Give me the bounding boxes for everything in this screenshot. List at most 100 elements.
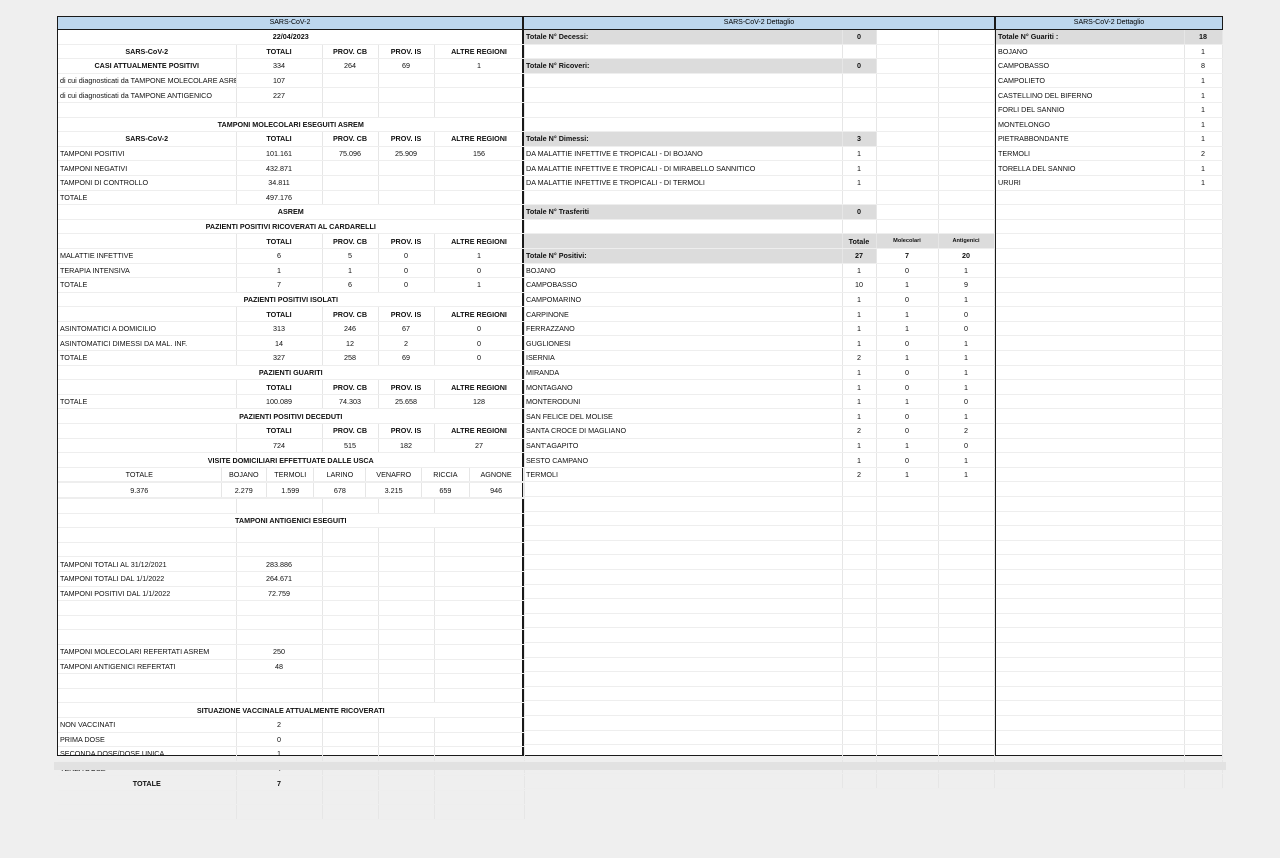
table-cell [938,44,995,60]
table-row: TAMPONI MOLECOLARI REFERTATI ASREM 250 [58,644,525,660]
table-cell: 1 [938,350,995,366]
table-cell: 9 [938,277,995,293]
table-cell: TOTALE [58,467,222,482]
table-row: 22/04/2023 [58,30,525,45]
table-cell [524,117,843,133]
table-row [996,525,1223,541]
empty-cell [876,686,939,702]
table-cell [322,790,379,806]
empty-cell [1184,525,1223,541]
table-row: Totale N° Dimessi: 3 [524,131,995,147]
table-cell [236,102,323,118]
table-row [524,642,995,658]
table-cell [434,175,525,191]
table-cell [58,527,237,543]
table-cell [378,87,435,103]
table-cell: 0 [876,423,939,439]
table-cell: 1 [876,277,939,293]
empty-cell [524,525,843,541]
table-row [58,804,525,821]
table-cell: 1.599 [266,483,315,498]
empty-cell [1184,438,1223,454]
table-row: di cui diagnosticati da TAMPONE MOLECOLA… [58,73,525,89]
table-cell: CAMPOBASSO [996,58,1185,74]
table-cell [322,644,379,660]
table-row: TAMPONI DI CONTROLLO 34.811 [58,175,525,191]
empty-cell [996,233,1185,249]
table-cell [876,204,939,220]
table-cell [58,673,237,689]
empty-cell [1184,467,1223,483]
table-cell: CASTELLINO DEL BIFERNO [996,87,1185,103]
empty-cell [876,657,939,673]
table-cell: 69 [378,350,435,366]
table-row [524,744,995,760]
table-cell: 313 [236,321,323,337]
empty-cell [996,481,1185,497]
table-cell: PAZIENTI POSITIVI DECEDUTI [58,408,525,425]
table-cell: TOTALE [58,775,237,791]
table-cell: 2 [842,423,877,439]
empty-cell [996,321,1185,337]
table-cell [236,498,323,514]
table-row: DA MALATTIE INFETTIVE E TROPICALI - DI M… [524,160,995,176]
table-cell: 6 [236,248,323,264]
table-cell: SESTO CAMPANO [524,452,843,468]
recovered-table: Totale N° Guariti :18 BOJANO 1 CAMPOBASSO 8 C… [996,30,1223,789]
table-cell [876,87,939,103]
table-cell: TOTALE [58,394,237,410]
table-cell: 7 [876,248,939,264]
table-row: Totale N° Trasferiti 0 [524,204,995,220]
table-cell [322,527,379,543]
table-cell: 1 [876,321,939,337]
empty-cell [1184,730,1223,746]
table-row [996,394,1223,410]
table-cell [434,498,525,514]
table-cell: 1 [842,394,877,410]
empty-cell [996,744,1185,760]
empty-cell [58,804,237,821]
table-cell [524,190,843,206]
empty-cell [876,481,939,497]
empty-cell [938,569,995,585]
table-cell [938,87,995,103]
empty-cell [524,584,843,600]
table-cell: Totale N° Ricoveri: [524,58,843,74]
empty-cell [842,569,877,585]
table-cell: 48 [236,659,323,675]
empty-cell [524,554,843,570]
table-cell [434,629,525,645]
table-row [996,715,1223,731]
table-cell: FORLI DEL SANNIO [996,102,1185,118]
table-cell [524,102,843,118]
empty-cell [1184,700,1223,716]
empty-cell [938,554,995,570]
table-row: Totale N° Decessi: 0 [524,30,995,45]
usca-cell: 9.376 2.279 1.599 678 3.215 659 946 [58,482,525,499]
table-row: GUGLIONESI 1 0 1 [524,335,995,352]
empty-cell [938,598,995,614]
spreadsheet-page: SARS-CoV-2 22/04/2023 SARS-CoV-2 TOTALI PRO… [57,16,1223,821]
table-cell: ALTRE REGIONI [434,233,525,249]
table-cell: 6 [322,277,379,293]
table-cell [434,73,525,89]
table-cell: VISITE DOMICILIARI EFFETTUATE DALLE USCA [58,452,525,468]
table-cell: PROV. IS [378,233,435,249]
empty-cell [1184,642,1223,658]
table-row: CAMPOLIETO 1 [996,73,1223,89]
table-row: SITUAZIONE VACCINALE ATTUALMENTE RICOVER… [58,702,525,718]
table-cell: GUGLIONESI [524,335,843,352]
table-cell: 659 [421,483,470,498]
table-cell: RICCIA [421,467,470,482]
empty-cell [842,511,877,527]
table-cell: TOTALE [58,277,237,293]
table-cell: 250 [236,644,323,660]
table-cell: Molecolari [876,233,939,249]
table-row: TOTALE 327 258 69 0 [58,350,525,366]
empty-cell [996,438,1185,454]
empty-cell [996,554,1185,570]
table-cell [524,73,843,89]
usca-row: 9.376 2.279 1.599 678 3.215 659 946 [58,483,524,498]
table-cell: TOTALI [236,233,323,249]
table-cell: PROV. CB [322,44,379,60]
